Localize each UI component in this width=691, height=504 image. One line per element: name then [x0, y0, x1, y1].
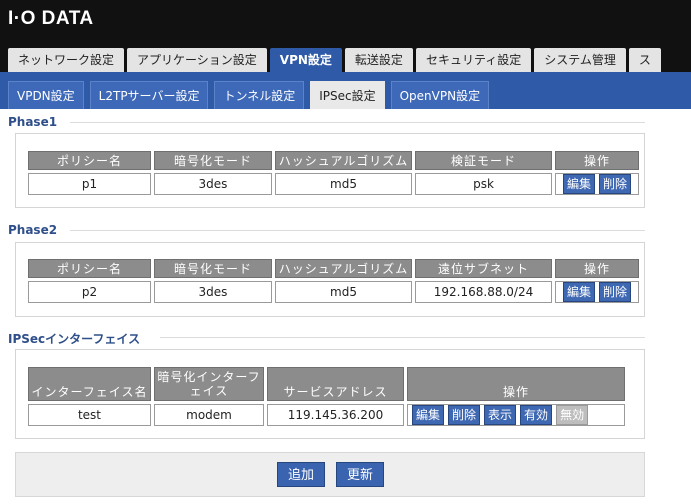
encryption-cell: 3des	[154, 281, 272, 303]
col-encrypted-interface: 暗号化インターフェイス	[154, 367, 264, 401]
policy-name-cell: p2	[28, 281, 151, 303]
delete-button[interactable]: 削除	[599, 282, 632, 302]
edit-button[interactable]: 編集	[562, 282, 595, 302]
address-cell: 119.145.36.200	[267, 404, 404, 426]
col-hash-algorithm: ハッシュアルゴリズム	[275, 259, 412, 278]
col-interface-name: インターフェイス名	[28, 367, 151, 401]
phase2-table: ポリシー名 暗号化モード ハッシュアルゴリズム 遠位サブネット 操作 p2 3d…	[25, 256, 642, 306]
col-verify-mode: 検証モード	[415, 151, 552, 170]
footer-bar	[15, 452, 645, 497]
phase1-title: Phase1	[8, 115, 58, 129]
col-encryption-mode: 暗号化モード	[154, 259, 272, 278]
interface-table: インターフェイス名 暗号化インターフェイス サービスアドレス 操作 test m…	[25, 364, 628, 429]
table-row: p2 3des md5 192.168.88.0/24 編集 削除	[28, 281, 639, 303]
col-actions: 操作	[407, 367, 625, 401]
tab-more[interactable]: ス	[628, 48, 661, 72]
interface-title: IPSecインターフェイス	[8, 332, 141, 346]
col-remote-subnet: 遠位サブネット	[415, 259, 552, 278]
update-button[interactable]: 更新	[336, 462, 384, 487]
tab-security[interactable]: セキュリティ設定	[415, 48, 532, 72]
edit-button[interactable]: 編集	[562, 174, 595, 194]
col-actions: 操作	[555, 259, 639, 278]
hash-cell: md5	[275, 281, 412, 303]
encryption-cell: 3des	[154, 173, 272, 195]
col-policy-name: ポリシー名	[28, 151, 151, 170]
table-row: test modem 119.145.36.200 編集 削除 表示 有効 無効	[28, 404, 625, 426]
subnet-cell: 192.168.88.0/24	[415, 281, 552, 303]
subtab-vpdn[interactable]: VPDN設定	[8, 81, 84, 109]
actions-cell: 編集 削除 表示 有効 無効	[407, 404, 625, 426]
col-encryption-mode: 暗号化モード	[154, 151, 272, 170]
disable-button[interactable]: 無効	[556, 405, 589, 425]
subtab-tunnel[interactable]: トンネル設定	[214, 81, 305, 109]
phase2-rule	[70, 230, 645, 231]
edit-button[interactable]: 編集	[412, 405, 445, 425]
subtab-openvpn[interactable]: OpenVPN設定	[390, 81, 490, 109]
interface-rule	[160, 337, 645, 338]
col-hash-algorithm: ハッシュアルゴリズム	[275, 151, 412, 170]
col-actions: 操作	[555, 151, 639, 170]
hash-cell: md5	[275, 173, 412, 195]
phase1-rule	[70, 122, 645, 123]
phase2-title: Phase2	[8, 223, 58, 237]
io-data-logo: I·O DATA	[8, 8, 94, 29]
col-service-address: サービスアドレス	[267, 367, 404, 401]
subtab-ipsec[interactable]: IPSec設定	[310, 81, 385, 109]
tab-application[interactable]: アプリケーション設定	[127, 48, 267, 72]
table-row: p1 3des md5 psk 編集 削除	[28, 173, 639, 195]
add-button[interactable]: 追加	[277, 462, 325, 487]
tab-network[interactable]: ネットワーク設定	[8, 48, 125, 72]
policy-name-cell: p1	[28, 173, 151, 195]
actions-cell: 編集 削除	[555, 281, 639, 303]
view-button[interactable]: 表示	[484, 405, 517, 425]
tab-forwarding[interactable]: 転送設定	[344, 48, 413, 72]
phase1-table: ポリシー名 暗号化モード ハッシュアルゴリズム 検証モード 操作 p1 3des…	[25, 148, 642, 198]
interface-name-cell: test	[28, 404, 151, 426]
tab-system[interactable]: システム管理	[534, 48, 626, 72]
sub-nav: VPDN設定 L2TPサーバー設定 トンネル設定 IPSec設定 OpenVPN…	[8, 81, 490, 109]
delete-button[interactable]: 削除	[599, 174, 632, 194]
tab-vpn[interactable]: VPN設定	[269, 48, 342, 72]
main-nav: ネットワーク設定 アプリケーション設定 VPN設定 転送設定 セキュリティ設定 …	[8, 48, 661, 72]
col-policy-name: ポリシー名	[28, 259, 151, 278]
subtab-l2tp[interactable]: L2TPサーバー設定	[89, 81, 209, 109]
enable-button[interactable]: 有効	[520, 405, 553, 425]
verify-cell: psk	[415, 173, 552, 195]
delete-button[interactable]: 削除	[448, 405, 481, 425]
interface-cell: modem	[154, 404, 264, 426]
actions-cell: 編集 削除	[555, 173, 639, 195]
